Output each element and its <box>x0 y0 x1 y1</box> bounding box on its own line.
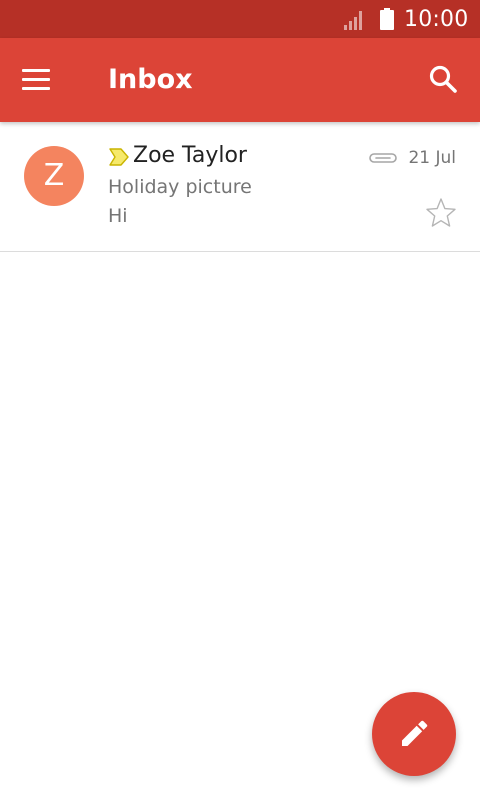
email-date: 21 Jul <box>408 148 456 168</box>
email-list-item[interactable]: Z Zoe Taylor Holiday picture Hi 21 Jul <box>0 122 480 252</box>
search-button[interactable] <box>422 58 466 102</box>
email-subject: Holiday picture <box>108 176 252 198</box>
compose-button[interactable] <box>372 692 456 776</box>
search-icon <box>429 65 457 93</box>
avatar[interactable]: Z <box>24 146 84 206</box>
app-bar: Inbox <box>0 38 480 122</box>
cellular-signal-icon <box>344 11 362 30</box>
compose-pencil-icon <box>402 720 428 746</box>
email-sender: Zoe Taylor <box>133 143 247 168</box>
status-time: 10:00 <box>404 7 469 32</box>
menu-button[interactable] <box>14 58 58 102</box>
page-title: Inbox <box>108 64 193 95</box>
status-bar: 10:00 <box>0 0 480 38</box>
gmail-inbox-screen: 10:00 Inbox Z Zoe Taylor Holiday picture… <box>0 0 480 800</box>
importance-marker-icon[interactable] <box>108 146 130 168</box>
battery-full-icon <box>380 8 394 30</box>
attachment-paperclip-icon <box>369 153 397 163</box>
email-list: Z Zoe Taylor Holiday picture Hi 21 Jul <box>0 122 480 252</box>
email-snippet: Hi <box>108 205 128 227</box>
star-icon[interactable] <box>424 196 458 230</box>
